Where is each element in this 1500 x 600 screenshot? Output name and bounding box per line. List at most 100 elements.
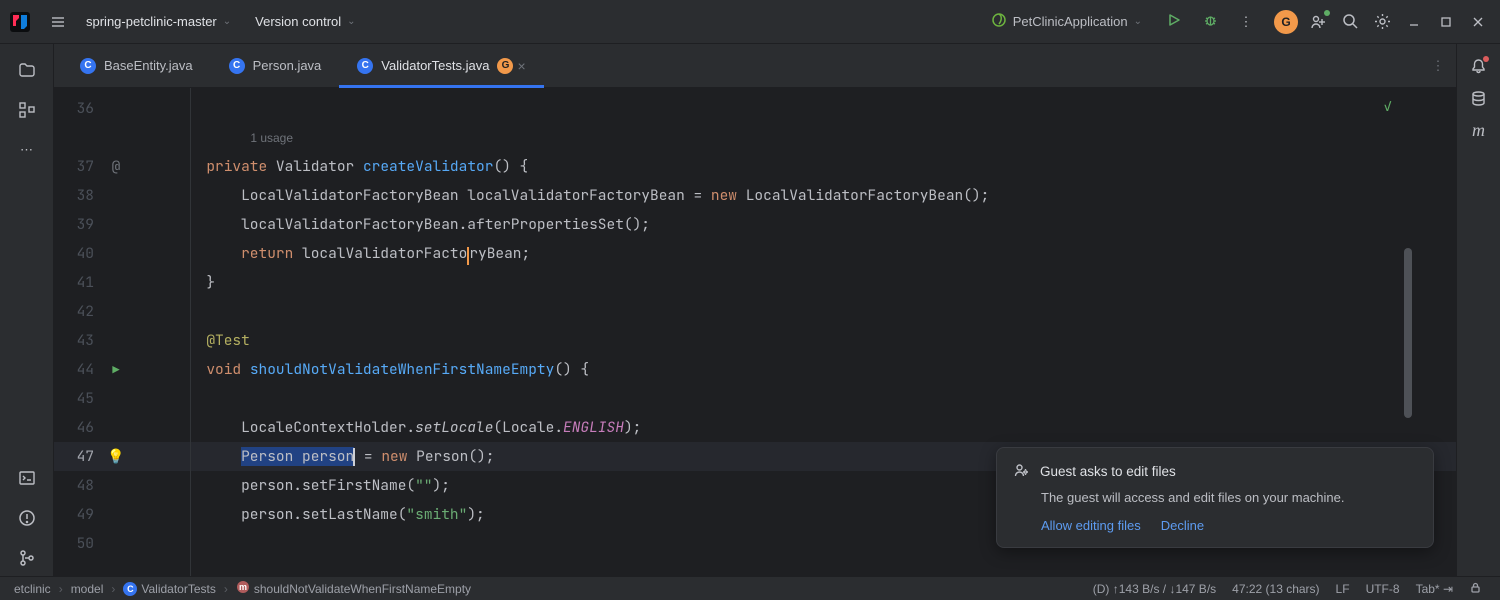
search-everywhere-button[interactable] xyxy=(1336,8,1364,36)
indent-icon: ⇥ xyxy=(1443,582,1453,596)
line-number: 46 xyxy=(54,418,104,437)
popup-body: The guest will access and edit files on … xyxy=(1013,488,1417,508)
vcs-selector[interactable]: Version control ⌄ xyxy=(245,10,365,33)
run-configuration-selector[interactable]: PetClinicApplication ⌄ xyxy=(981,8,1152,35)
usage-hint[interactable]: 1 usage xyxy=(206,131,293,145)
project-selector[interactable]: spring-petclinic-master ⌄ xyxy=(76,10,241,33)
line-number: 44 xyxy=(54,360,104,379)
avatar-badge: G xyxy=(1274,10,1298,34)
class-icon: C xyxy=(357,58,373,74)
status-indent[interactable]: Tab* ⇥ xyxy=(1408,582,1461,596)
line-number: 47 xyxy=(54,447,104,466)
notification-dot-icon xyxy=(1483,56,1489,62)
line-number: 43 xyxy=(54,331,104,350)
left-tool-strip: ⋯ xyxy=(0,44,54,576)
editor-tabs: C BaseEntity.java C Person.java C Valida… xyxy=(54,44,1456,88)
play-icon xyxy=(1167,13,1181,30)
horizontal-dots-icon: ⋯ xyxy=(20,142,33,158)
method-icon: m xyxy=(236,580,250,597)
database-tool-button[interactable] xyxy=(1465,84,1493,112)
status-encoding[interactable]: UTF-8 xyxy=(1358,582,1408,596)
line-number: 48 xyxy=(54,476,104,495)
problems-tool-button[interactable] xyxy=(9,500,45,536)
status-bar: etclinic › model › CValidatorTests › m s… xyxy=(0,576,1500,600)
settings-button[interactable] xyxy=(1368,8,1396,36)
main-menu-button[interactable] xyxy=(44,8,72,36)
line-number: 40 xyxy=(54,244,104,263)
status-readonly-toggle[interactable] xyxy=(1461,581,1490,597)
breadcrumb-item[interactable]: CValidatorTests xyxy=(119,580,219,598)
class-icon: C xyxy=(80,58,96,74)
maximize-window-button[interactable] xyxy=(1432,8,1460,36)
override-gutter-icon[interactable]: @ xyxy=(104,157,128,176)
decline-link[interactable]: Decline xyxy=(1161,518,1204,533)
run-button[interactable] xyxy=(1160,8,1188,36)
chevron-down-icon: ⌄ xyxy=(1134,16,1142,27)
debug-button[interactable] xyxy=(1196,8,1224,36)
close-window-button[interactable] xyxy=(1464,8,1492,36)
status-traffic[interactable]: (D) ↑143 B/s / ↓147 B/s xyxy=(1085,582,1224,596)
maven-icon: m xyxy=(1472,120,1485,141)
editor-tab[interactable]: C ValidatorTests.java G × xyxy=(339,44,543,88)
editor-tab[interactable]: C BaseEntity.java xyxy=(62,44,211,88)
guest-edit-request-popup: Guest asks to edit files The guest will … xyxy=(996,447,1434,548)
status-dot-icon xyxy=(1324,10,1330,16)
minimize-window-button[interactable] xyxy=(1400,8,1428,36)
run-config-label: PetClinicApplication xyxy=(1013,14,1128,29)
git-tool-button[interactable] xyxy=(9,540,45,576)
chevron-down-icon: ⌄ xyxy=(347,16,355,27)
line-number: 49 xyxy=(54,505,104,524)
chevron-down-icon: ⌄ xyxy=(223,16,231,27)
intention-bulb-icon[interactable]: 💡 xyxy=(104,448,128,466)
app-logo xyxy=(8,10,32,34)
scrollbar-thumb[interactable] xyxy=(1404,248,1412,418)
line-number: 37 xyxy=(54,157,104,176)
terminal-tool-button[interactable] xyxy=(9,460,45,496)
breadcrumb-item[interactable]: m shouldNotValidateWhenFirstNameEmpty xyxy=(232,578,475,599)
class-icon: C xyxy=(123,582,137,596)
text-selection: Person person xyxy=(241,447,354,466)
allow-editing-link[interactable]: Allow editing files xyxy=(1041,518,1141,533)
notifications-button[interactable] xyxy=(1465,52,1493,80)
breadcrumb-item[interactable]: etclinic xyxy=(10,580,55,598)
svg-text:m: m xyxy=(239,582,247,592)
structure-tool-button[interactable] xyxy=(9,92,45,128)
right-tool-strip: m xyxy=(1456,44,1500,576)
project-tool-button[interactable] xyxy=(9,52,45,88)
person-icon xyxy=(1013,462,1030,482)
tab-label: BaseEntity.java xyxy=(104,58,193,73)
account-avatar[interactable]: G xyxy=(1272,8,1300,36)
guest-caret xyxy=(467,247,469,265)
class-icon: C xyxy=(229,58,245,74)
status-caret-pos[interactable]: 47:22 (13 chars) xyxy=(1224,582,1327,596)
line-number: 39 xyxy=(54,215,104,234)
chevron-right-icon: › xyxy=(59,582,63,596)
tab-options-button[interactable]: ⋮ xyxy=(1420,52,1456,80)
tab-label: ValidatorTests.java xyxy=(381,58,489,73)
line-number: 45 xyxy=(54,389,104,408)
more-tools-button[interactable]: ⋯ xyxy=(9,132,45,168)
chevron-right-icon: › xyxy=(111,582,115,596)
vcs-label: Version control xyxy=(255,14,341,29)
run-test-gutter-icon[interactable]: ▶ xyxy=(104,362,128,378)
editor-tab[interactable]: C Person.java xyxy=(211,44,340,88)
spring-icon xyxy=(991,12,1007,31)
line-number: 50 xyxy=(54,534,104,553)
bug-icon xyxy=(1203,13,1218,31)
vertical-dots-icon: ⋮ xyxy=(1432,58,1445,74)
status-line-ending[interactable]: LF xyxy=(1328,582,1358,596)
breadcrumb-item[interactable]: model xyxy=(67,580,108,598)
title-bar: spring-petclinic-master ⌄ Version contro… xyxy=(0,0,1500,44)
popup-title: Guest asks to edit files xyxy=(1040,464,1176,479)
tab-label: Person.java xyxy=(253,58,322,73)
vertical-dots-icon: ⋮ xyxy=(1240,14,1253,30)
line-number: 42 xyxy=(54,302,104,321)
code-with-me-button[interactable] xyxy=(1304,8,1332,36)
line-number: 41 xyxy=(54,273,104,292)
vertical-scrollbar[interactable] xyxy=(1402,188,1412,488)
close-tab-button[interactable]: × xyxy=(517,58,525,74)
line-number: 38 xyxy=(54,186,104,205)
maven-tool-button[interactable]: m xyxy=(1465,116,1493,144)
project-name: spring-petclinic-master xyxy=(86,14,217,29)
more-actions-button[interactable]: ⋮ xyxy=(1232,8,1260,36)
